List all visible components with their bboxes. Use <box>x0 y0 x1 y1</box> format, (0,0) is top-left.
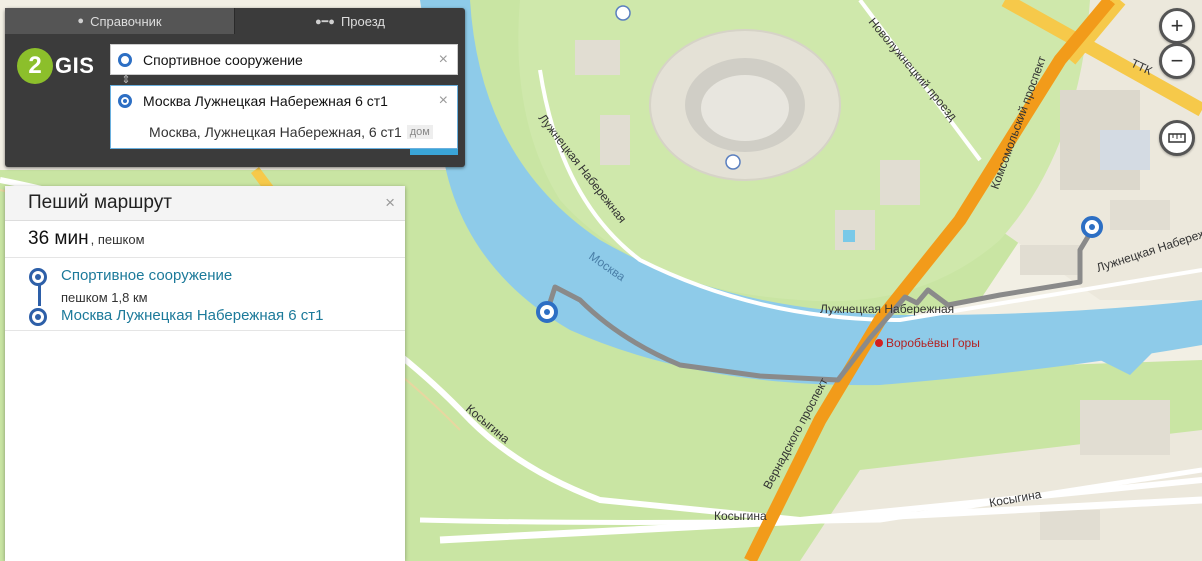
tab-route[interactable]: ●━● Проезд <box>235 8 465 34</box>
route-panel-title: Пеший маршрут <box>28 192 172 213</box>
route-duration: 36 мин , пешком <box>5 221 405 258</box>
route-panel-header: Пеший маршрут × <box>5 186 405 221</box>
route-distance: пешком 1,8 км <box>61 290 148 305</box>
zoom-out-button[interactable]: − <box>1159 43 1195 79</box>
logo-mark: 2 <box>17 48 53 84</box>
clear-from-icon[interactable]: × <box>439 51 448 69</box>
route-to-field[interactable]: Москва Лужнецкая Набережная 6 ст1 × <box>110 85 458 116</box>
tab-directory[interactable]: ● Справочник <box>5 8 235 34</box>
search-button[interactable] <box>410 149 458 155</box>
suggestion-tag: дом <box>406 124 433 139</box>
start-point-icon <box>118 52 132 67</box>
duration-value: 36 мин <box>28 228 89 249</box>
close-route-panel-icon[interactable]: × <box>385 193 395 213</box>
route-to-value: Москва Лужнецкая Набережная 6 ст1 <box>143 92 388 109</box>
pin-icon: ● <box>77 15 85 27</box>
label-luzhnetskaya-nab-2: Лужнецкая Набережная <box>820 302 954 316</box>
route-end-link[interactable]: Москва Лужнецкая Набережная 6 ст1 <box>61 307 323 324</box>
end-point-icon <box>118 93 132 108</box>
duration-mode: , пешком <box>90 231 145 247</box>
route-from-field[interactable]: Спортивное сооружение × <box>110 44 458 75</box>
tab-route-label: Проезд <box>340 13 385 29</box>
mode-tabs: ● Справочник ●━● Проезд <box>5 8 465 34</box>
end-stop-icon <box>29 308 47 326</box>
route-start-link[interactable]: Спортивное сооружение <box>61 267 232 284</box>
route-from-value: Спортивное сооружение <box>143 51 303 68</box>
zoom-in-button[interactable]: + <box>1159 8 1195 44</box>
label-kosygina-2: Косыгина <box>714 509 767 523</box>
ruler-icon <box>1168 133 1186 143</box>
tab-directory-label: Справочник <box>90 13 162 29</box>
route-panel: Пеший маршрут × 36 мин , пешком Спортивн… <box>5 186 405 561</box>
logo-text: GIS <box>55 53 95 78</box>
clear-to-icon[interactable]: × <box>439 92 448 110</box>
suggestion-text: Москва, Лужнецкая Набережная, 6 ст1 <box>149 123 402 140</box>
route-connector <box>38 284 41 306</box>
address-suggestion[interactable]: Москва, Лужнецкая Набережная, 6 ст1 дом <box>110 115 458 149</box>
search-panel: ● Справочник ●━● Проезд 2 GIS Спортивное… <box>5 8 465 167</box>
ruler-button[interactable] <box>1159 120 1195 156</box>
logo[interactable]: 2 GIS <box>17 45 107 87</box>
route-steps: Спортивное сооружение пешком 1,8 км Моск… <box>5 258 405 331</box>
route-icon: ●━● <box>315 15 335 28</box>
label-vorobyovy-gory: Воробьёвы Горы <box>886 336 980 350</box>
